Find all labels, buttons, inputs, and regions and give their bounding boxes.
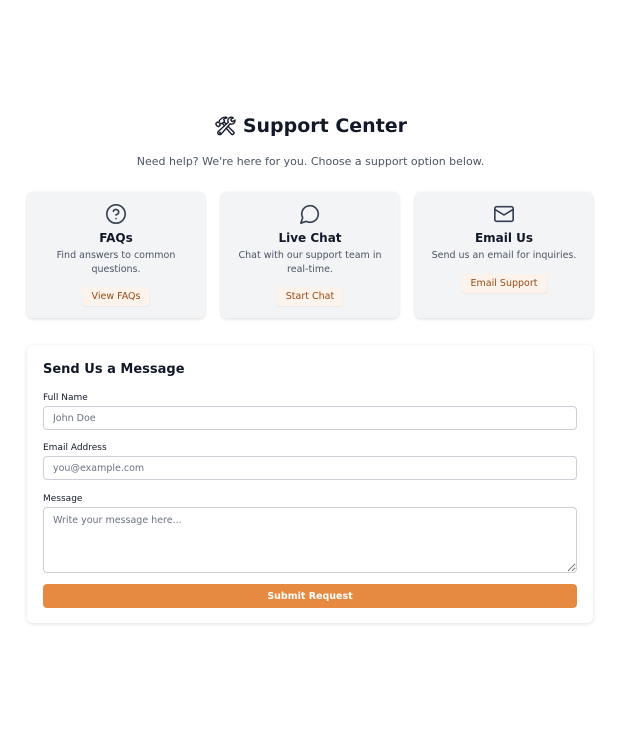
question-circle-icon: [27, 203, 205, 225]
contact-form: Send Us a Message Full Name Email Addres…: [27, 345, 593, 623]
message-label: Message: [43, 494, 83, 504]
email-us-title: Email Us: [474, 231, 534, 245]
message-textarea[interactable]: [43, 507, 577, 573]
email-us-description: Send us an email for inquiries.: [431, 250, 577, 261]
page-title-text: Support Center: [242, 115, 408, 137]
email-support-button[interactable]: Email Support: [461, 274, 547, 293]
page-title: 🛠︎ Support Center: [0, 115, 621, 137]
page-subtitle: Need help? We're here for you. Choose a …: [136, 155, 485, 168]
full-name-label: Full Name: [43, 393, 88, 403]
faqs-card: FAQs Find answers to common questions. V…: [27, 192, 205, 318]
faqs-description: Find answers to common questions.: [56, 250, 176, 275]
email-input[interactable]: [43, 456, 577, 480]
full-name-input[interactable]: [43, 406, 577, 430]
tools-icon: 🛠︎: [213, 115, 237, 137]
support-page: 🛠︎ Support Center Need help? We're here …: [0, 0, 629, 729]
email-us-card: Email Us Send us an email for inquiries.…: [415, 192, 593, 318]
faqs-title: FAQs: [99, 231, 133, 245]
live-chat-description: Chat with our support team in real-time.: [238, 250, 382, 275]
form-title: Send Us a Message: [43, 362, 185, 377]
chat-bubble-icon: [221, 203, 399, 225]
view-faqs-button[interactable]: View FAQs: [82, 287, 150, 306]
live-chat-card: Live Chat Chat with our support team in …: [221, 192, 399, 318]
submit-request-button[interactable]: Submit Request: [43, 584, 577, 608]
live-chat-title: Live Chat: [278, 231, 342, 245]
email-label: Email Address: [43, 443, 107, 453]
start-chat-button[interactable]: Start Chat: [276, 287, 344, 306]
envelope-icon: [415, 203, 593, 225]
